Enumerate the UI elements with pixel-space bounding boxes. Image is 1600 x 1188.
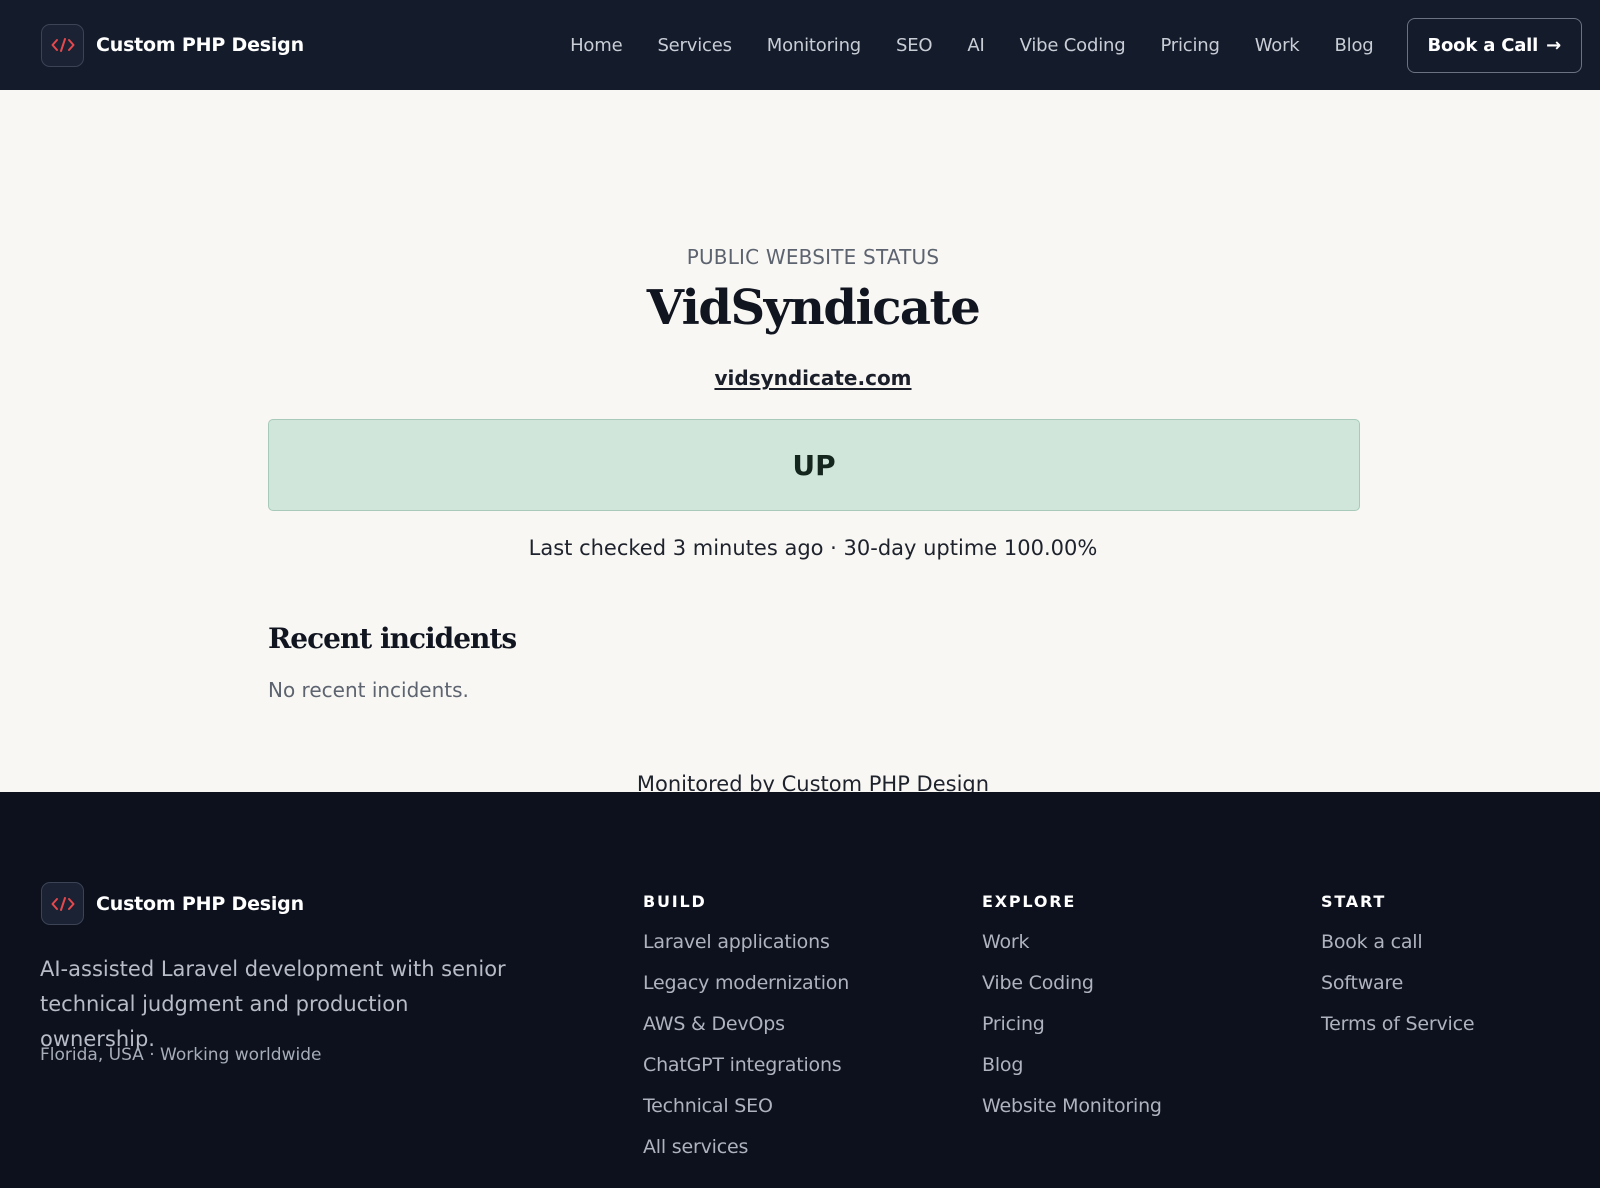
nav-pricing[interactable]: Pricing xyxy=(1160,35,1219,56)
code-brackets-icon xyxy=(41,23,84,67)
footer-tagline: AI-assisted Laravel development with sen… xyxy=(40,957,506,1051)
footer-column-explore: EXPLORE Work Vibe Coding Pricing Blog We… xyxy=(982,892,1162,1136)
footer-link-blog[interactable]: Blog xyxy=(982,1054,1023,1076)
footer-brand-link[interactable]: Custom PHP Design xyxy=(41,882,304,925)
nav-ai[interactable]: AI xyxy=(967,35,984,56)
footer-location: Florida, USA · Working worldwide xyxy=(40,1045,322,1065)
uptime-meta: Last checked 3 minutes ago · 30-day upti… xyxy=(528,536,1098,560)
book-a-call-button[interactable]: Book a Call → xyxy=(1406,17,1582,73)
footer-column-start: START Book a call Software Terms of Serv… xyxy=(1321,892,1475,1054)
incidents-heading: Recent incidents xyxy=(268,622,517,655)
brand-home-link[interactable]: Custom PHP Design xyxy=(41,23,304,67)
footer-column-title: BUILD xyxy=(643,892,707,911)
incidents-empty-text: No recent incidents. xyxy=(268,678,469,702)
footer-link-work[interactable]: Work xyxy=(982,931,1030,953)
footer-column-title: EXPLORE xyxy=(982,892,1077,911)
status-badge: UP xyxy=(268,419,1360,511)
arrow-right-icon: → xyxy=(1546,34,1561,56)
footer-link-list: Work Vibe Coding Pricing Blog Website Mo… xyxy=(982,931,1162,1117)
footer-link-website-monitoring[interactable]: Website Monitoring xyxy=(982,1095,1162,1117)
footer-link-vibe-coding[interactable]: Vibe Coding xyxy=(982,972,1094,994)
domain-link-wrapper: vidsyndicate.com xyxy=(0,366,1600,390)
footer-column-build: BUILD Laravel applications Legacy modern… xyxy=(643,892,849,1177)
footer-column-title: START xyxy=(1321,892,1387,911)
page-title: VidSyndicate xyxy=(646,280,981,336)
nav-blog[interactable]: Blog xyxy=(1335,35,1374,56)
page-eyebrow: PUBLIC WEBSITE STATUS xyxy=(686,245,940,269)
footer-brand-name: Custom PHP Design xyxy=(96,892,304,915)
code-brackets-icon xyxy=(41,882,84,925)
footer-link-laravel-applications[interactable]: Laravel applications xyxy=(643,931,830,953)
status-label: UP xyxy=(792,448,836,482)
book-a-call-label: Book a Call xyxy=(1427,34,1539,56)
footer-link-terms-of-service[interactable]: Terms of Service xyxy=(1321,1013,1475,1035)
footer-link-technical-seo[interactable]: Technical SEO xyxy=(643,1095,773,1117)
nav-monitoring[interactable]: Monitoring xyxy=(767,35,861,56)
nav-work[interactable]: Work xyxy=(1255,35,1300,56)
nav-seo[interactable]: SEO xyxy=(896,35,933,56)
footer-link-chatgpt-integrations[interactable]: ChatGPT integrations xyxy=(643,1054,842,1076)
site-footer: Custom PHP Design AI-assisted Laravel de… xyxy=(0,792,1600,1188)
nav-vibe-coding[interactable]: Vibe Coding xyxy=(1020,35,1126,56)
status-page-main: PUBLIC WEBSITE STATUS VidSyndicate vidsy… xyxy=(0,90,1600,796)
nav-services[interactable]: Services xyxy=(657,35,732,56)
footer-link-all-services[interactable]: All services xyxy=(643,1136,748,1158)
brand-name: Custom PHP Design xyxy=(96,34,304,56)
footer-link-aws-devops[interactable]: AWS & DevOps xyxy=(643,1013,785,1035)
site-domain-link[interactable]: vidsyndicate.com xyxy=(714,366,911,390)
footer-link-book-a-call[interactable]: Book a call xyxy=(1321,931,1423,953)
footer-link-software[interactable]: Software xyxy=(1321,972,1403,994)
footer-link-list: Book a call Software Terms of Service xyxy=(1321,931,1475,1035)
nav-home[interactable]: Home xyxy=(570,35,623,56)
footer-link-list: Laravel applications Legacy modernizatio… xyxy=(643,931,849,1158)
site-header: Custom PHP Design Home Services Monitori… xyxy=(0,0,1600,90)
footer-link-pricing[interactable]: Pricing xyxy=(982,1013,1045,1035)
main-nav: Home Services Monitoring SEO AI Vibe Cod… xyxy=(570,17,1582,73)
footer-link-legacy-modernization[interactable]: Legacy modernization xyxy=(643,972,849,994)
